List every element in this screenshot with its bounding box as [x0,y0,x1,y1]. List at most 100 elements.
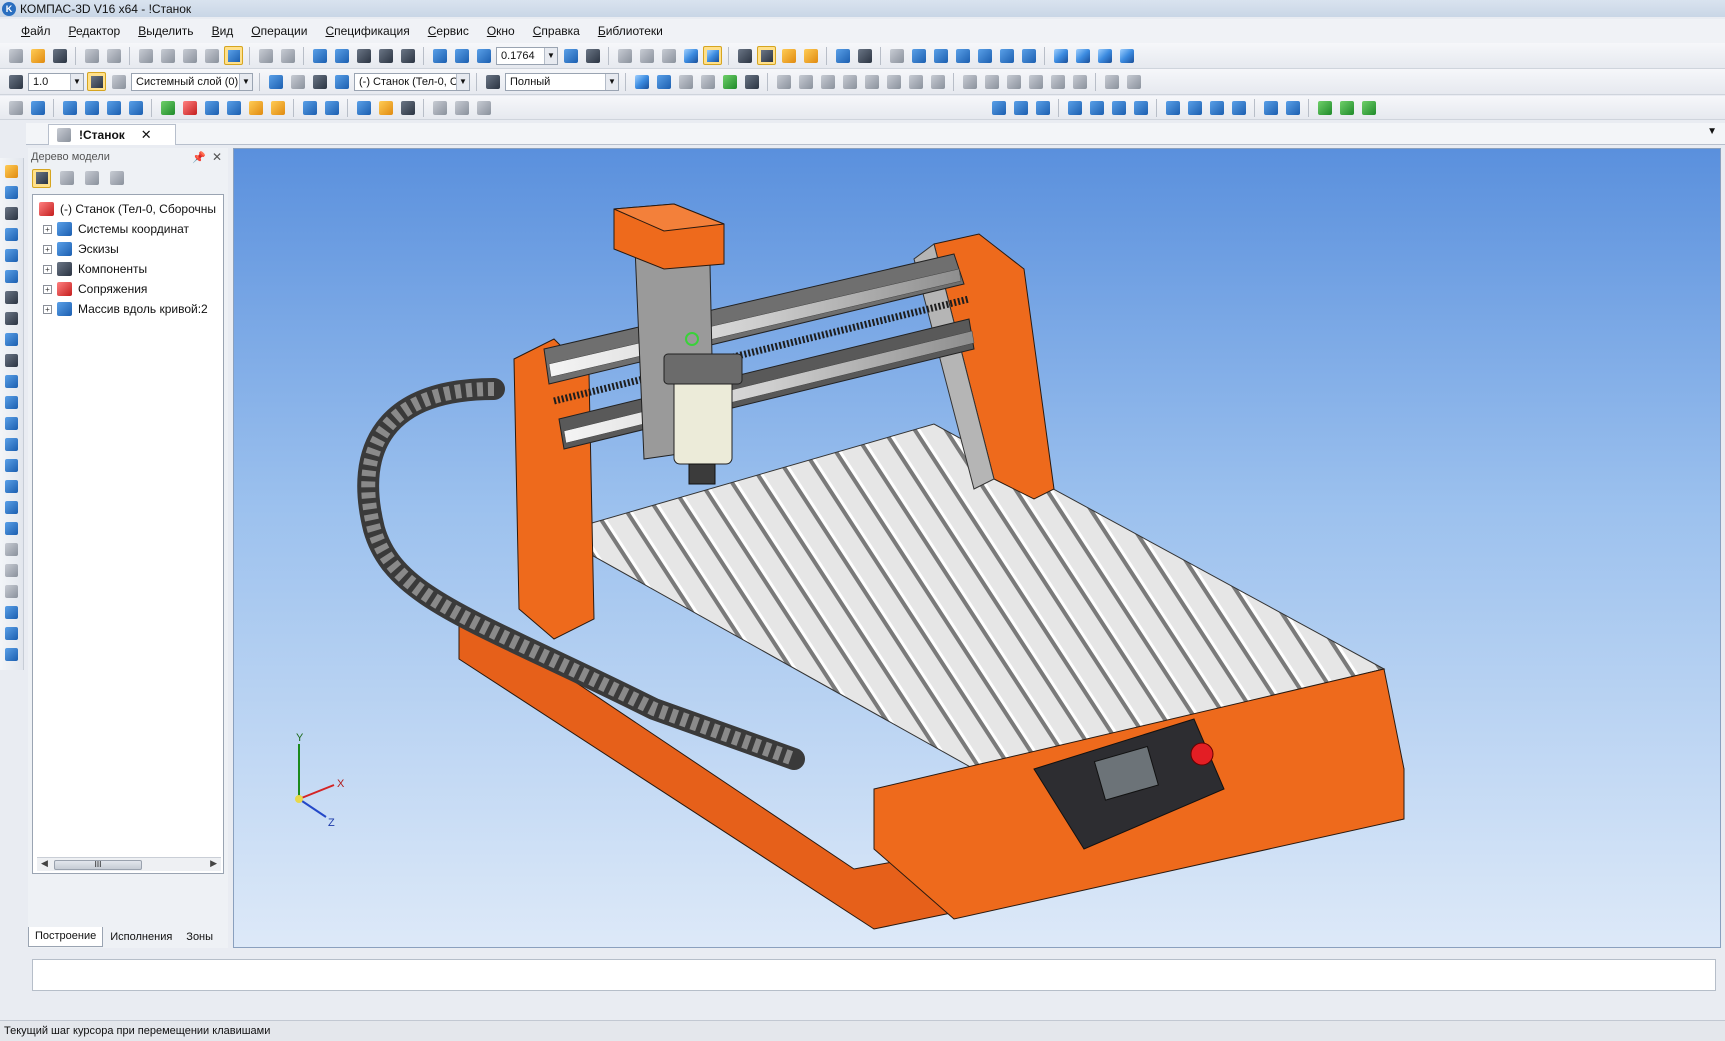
select-filter-button[interactable] [735,46,754,65]
part-button[interactable] [632,72,651,91]
angle-tool-button[interactable] [906,72,925,91]
left-tool-22[interactable] [3,603,21,621]
distribute-tool-1[interactable] [1261,98,1280,117]
left-tool-18[interactable] [3,519,21,537]
tree-item-components[interactable]: + Компоненты [33,259,223,279]
tree-horizontal-scrollbar[interactable]: ◀ III ▶ [37,857,221,871]
pin-icon[interactable]: 📌 [192,151,206,164]
copy-properties-button[interactable] [202,46,221,65]
component-in-place-button[interactable] [332,72,351,91]
left-tool-17[interactable] [3,498,21,516]
shell-button[interactable] [224,98,243,117]
open-button[interactable] [28,46,47,65]
tree-settings-button[interactable] [107,169,126,188]
left-tool-19[interactable] [3,540,21,558]
assembly-tool-2[interactable] [1011,98,1030,117]
component-combobox[interactable]: (-) Станок (Тел-0, С ▼ [354,72,470,91]
tab-zones[interactable]: Зоны [179,927,220,947]
edit-component-button[interactable] [310,72,329,91]
expand-icon[interactable]: + [43,224,52,234]
hidden-lines-button[interactable] [637,46,656,65]
menu-specification[interactable]: Спецификация [316,24,418,38]
flag-button[interactable] [887,46,906,65]
left-tool-5[interactable] [3,246,21,264]
display-mode-button[interactable] [483,72,502,91]
left-tool-3[interactable] [3,204,21,222]
3d-viewport[interactable]: Y X Z [233,148,1721,948]
sweep-button[interactable] [104,98,123,117]
menu-service[interactable]: Сервис [419,24,478,38]
properties-input-bar[interactable] [32,959,1716,991]
measure-button[interactable] [833,46,852,65]
view-back-button[interactable] [931,46,950,65]
plane-button[interactable] [300,98,319,117]
layer-combobox[interactable]: Системный слой (0) ▼ [131,72,253,91]
mate-tool-2[interactable] [1087,98,1106,117]
left-tool-10[interactable] [3,351,21,369]
shaded-button[interactable] [681,46,700,65]
step-combobox[interactable]: 1.0 ▼ [28,72,84,91]
circle-tool-button[interactable] [1026,72,1045,91]
curve-button[interactable] [322,98,341,117]
parallel-tool-button[interactable] [840,72,859,91]
local-cs-button[interactable] [266,72,285,91]
mate-tool-3[interactable] [1109,98,1128,117]
view-right-button[interactable] [1019,46,1038,65]
tab-variants[interactable]: Исполнения [103,927,179,947]
save-button[interactable] [50,46,69,65]
redo-button[interactable] [278,46,297,65]
loft-button[interactable] [126,98,145,117]
bisector-tool-button[interactable] [928,72,947,91]
rib-button[interactable] [202,98,221,117]
menu-operations[interactable]: Операции [242,24,316,38]
zoom-in-button[interactable] [430,46,449,65]
left-tool-4[interactable] [3,225,21,243]
mate-tool-1[interactable] [1065,98,1084,117]
intersection-tool-button[interactable] [982,72,1001,91]
rotate-button[interactable] [561,46,580,65]
paste-button[interactable] [180,46,199,65]
menu-help[interactable]: Справка [524,24,589,38]
library-manager-button[interactable] [332,46,351,65]
iso-view-1-button[interactable] [1051,46,1070,65]
new-document-button[interactable] [6,46,25,65]
spacing-tool-3[interactable] [1359,98,1378,117]
expand-icon[interactable]: + [43,264,52,274]
print-preview-button[interactable] [104,46,123,65]
orientation-button[interactable] [583,46,602,65]
menu-libraries[interactable]: Библиотеки [589,24,672,38]
expand-icon[interactable]: + [43,284,52,294]
properties-toggle[interactable] [224,46,243,65]
print-button[interactable] [82,46,101,65]
assembly-tool-3[interactable] [1033,98,1052,117]
left-tool-24[interactable] [3,645,21,663]
link-button[interactable] [1102,72,1121,91]
view-front-button[interactable] [909,46,928,65]
display-mode-combobox[interactable]: Полный ▼ [505,72,619,91]
scroll-right-icon[interactable]: ▶ [210,858,217,869]
fillet-button[interactable] [158,98,177,117]
wireframe-button[interactable] [615,46,634,65]
mass-properties-button[interactable] [376,46,395,65]
view-top-button[interactable] [953,46,972,65]
left-tool-20[interactable] [3,561,21,579]
arc-tool-button[interactable] [1048,72,1067,91]
mate-tool-4[interactable] [1131,98,1150,117]
left-tool-23[interactable] [3,624,21,642]
draft-button[interactable] [268,98,287,117]
tree-build-order-toggle[interactable] [32,168,51,188]
info-button[interactable] [474,98,493,117]
align-tool-4[interactable] [1229,98,1248,117]
select-mode-toggle[interactable] [757,46,776,65]
align-tool-2[interactable] [1185,98,1204,117]
menu-window[interactable]: Окно [478,24,524,38]
hierarchy-button[interactable] [698,72,717,91]
left-tool-8[interactable] [3,309,21,327]
spec-button[interactable] [452,98,471,117]
help-pointer-button[interactable] [398,46,417,65]
center-tool-button[interactable] [1004,72,1023,91]
align-tool-1[interactable] [1163,98,1182,117]
menu-edit[interactable]: Редактор [60,24,130,38]
variables-button[interactable] [354,46,373,65]
undo-button[interactable] [256,46,275,65]
